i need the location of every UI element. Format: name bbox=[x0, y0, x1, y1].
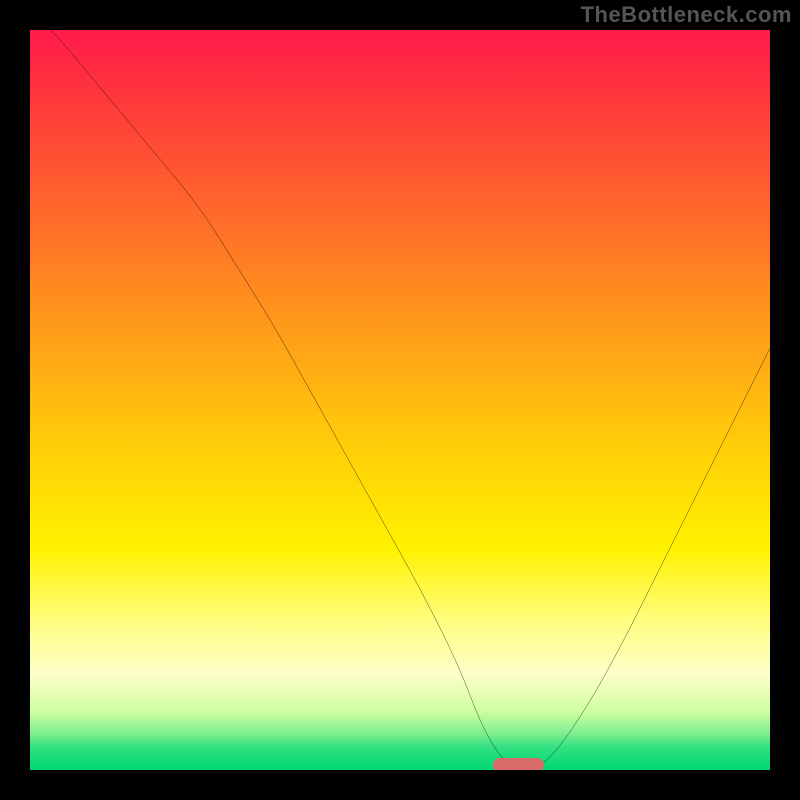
bottleneck-curve bbox=[30, 30, 770, 770]
plot-area bbox=[30, 30, 770, 770]
chart-container: TheBottleneck.com bbox=[0, 0, 800, 800]
watermark-text: TheBottleneck.com bbox=[581, 2, 792, 28]
optimal-point-marker bbox=[493, 758, 545, 770]
